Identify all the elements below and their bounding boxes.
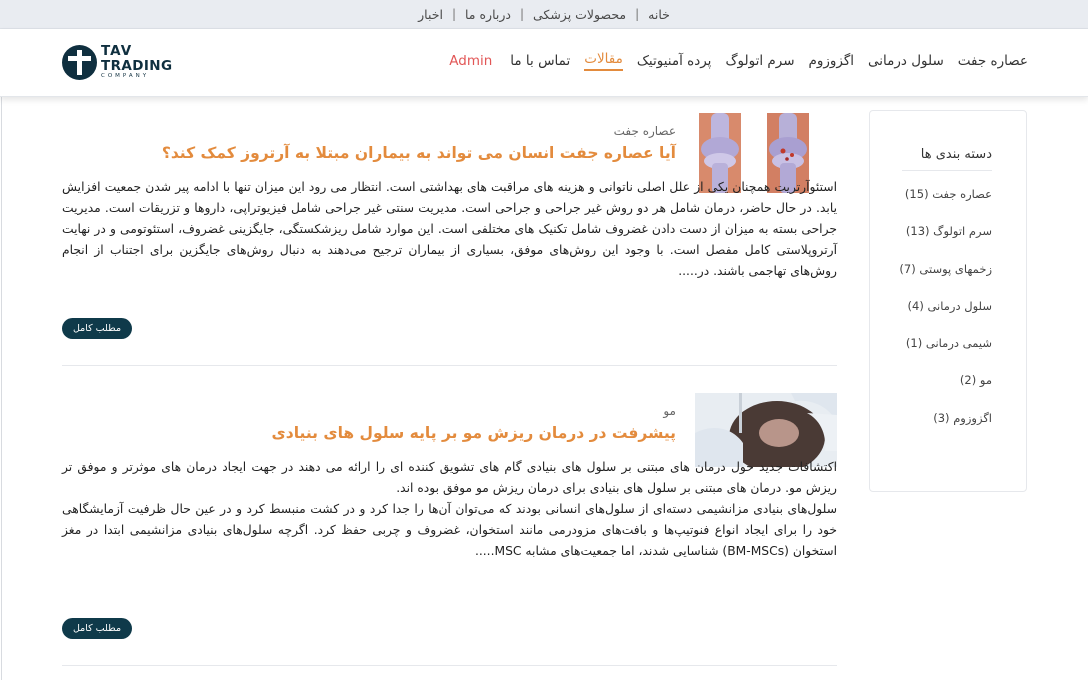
post-category[interactable]: مو bbox=[62, 404, 676, 418]
post-excerpt: اکتشافات جدید حول درمان های مبتنی بر سلو… bbox=[62, 457, 837, 562]
category-item[interactable]: شیمی درمانی (1) bbox=[899, 336, 992, 373]
site-logo[interactable]: TAV TRADING COMPANY bbox=[62, 44, 178, 80]
nav-item-exosome[interactable]: اگزوزوم bbox=[809, 53, 855, 69]
category-item[interactable]: سرم اتولوگ (13) bbox=[899, 224, 992, 261]
nav-item-articles[interactable]: مقالات bbox=[584, 51, 623, 71]
post-card: عصاره جفت آیا عصاره جفت انسان می تواند ب… bbox=[62, 110, 837, 366]
logo-cross-icon bbox=[62, 45, 97, 80]
topbar-link-news[interactable]: اخبار bbox=[409, 7, 452, 22]
sidebar-title: دسته بندی ها bbox=[902, 147, 992, 171]
logo-line-3: COMPANY bbox=[101, 73, 150, 79]
nav-item-amniotic-membrane[interactable]: پرده آمنیوتیک bbox=[637, 53, 712, 69]
nav-item-admin[interactable]: Admin bbox=[449, 53, 492, 69]
post-excerpt-paragraph: سلول‌های بنیادی مزانشیمی دسته‌ای از سلول… bbox=[62, 502, 837, 558]
post-card: مو پیشرفت در درمان ریزش مو بر پایه سلول … bbox=[62, 390, 837, 666]
post-category[interactable]: عصاره جفت bbox=[62, 124, 676, 138]
category-item[interactable]: مو (2) bbox=[899, 373, 992, 410]
nav-item-placenta-extract[interactable]: عصاره جفت bbox=[958, 53, 1028, 69]
read-more-button[interactable]: مطلب کامل bbox=[62, 318, 132, 339]
read-more-button[interactable]: مطلب کامل bbox=[62, 618, 132, 639]
categories-sidebar: دسته بندی ها عصاره جفت (15) سرم اتولوگ (… bbox=[869, 110, 1027, 492]
nav-item-contact[interactable]: تماس با ما bbox=[510, 53, 570, 69]
topbar-separator: | bbox=[451, 7, 456, 21]
post-excerpt-paragraph: اکتشافات جدید حول درمان های مبتنی بر سلو… bbox=[62, 460, 837, 495]
logo-line-2: TRADING bbox=[101, 57, 173, 74]
category-item[interactable]: زخمهای پوستی (7) bbox=[899, 262, 992, 299]
post-header: عصاره جفت آیا عصاره جفت انسان می تواند ب… bbox=[62, 110, 676, 162]
logo-line-1: TAV bbox=[101, 43, 133, 59]
site-header: TAV TRADING COMPANY عصاره جفت سلول درمان… bbox=[0, 29, 1088, 97]
top-bar: خانه | محصولات پزشکی | درباره ما | اخبار bbox=[0, 0, 1088, 29]
logo-wordmark: TAV TRADING COMPANY bbox=[101, 43, 173, 80]
category-item[interactable]: اگزوزوم (3) bbox=[899, 411, 992, 448]
topbar-separator: | bbox=[519, 7, 525, 21]
category-item[interactable]: عصاره جفت (15) bbox=[899, 187, 992, 224]
post-title[interactable]: پیشرفت در درمان ریزش مو بر پایه سلول های… bbox=[62, 424, 676, 442]
topbar-separator: | bbox=[635, 7, 640, 21]
nav-item-autologous-serum[interactable]: سرم اتولوگ bbox=[725, 53, 794, 69]
post-thumbnail-hair-image[interactable] bbox=[695, 393, 837, 467]
category-list: عصاره جفت (15) سرم اتولوگ (13) زخمهای پو… bbox=[899, 187, 992, 448]
post-excerpt: استئوآرتریت همچنان یکی از علل اصلی ناتوا… bbox=[62, 180, 837, 278]
main-nav: عصاره جفت سلول درمانی اگزوزوم سرم اتولوگ… bbox=[449, 51, 1028, 71]
post-header: مو پیشرفت در درمان ریزش مو بر پایه سلول … bbox=[62, 390, 676, 442]
topbar-link-products[interactable]: محصولات پزشکی bbox=[524, 7, 635, 22]
post-title[interactable]: آیا عصاره جفت انسان می تواند به بیماران … bbox=[62, 144, 676, 162]
category-item[interactable]: سلول درمانی (4) bbox=[899, 299, 993, 336]
window-edge bbox=[1, 0, 2, 680]
topbar-link-home[interactable]: خانه bbox=[639, 7, 679, 22]
topbar-link-about[interactable]: درباره ما bbox=[456, 7, 520, 22]
nav-item-cell-therapy[interactable]: سلول درمانی bbox=[868, 53, 944, 69]
